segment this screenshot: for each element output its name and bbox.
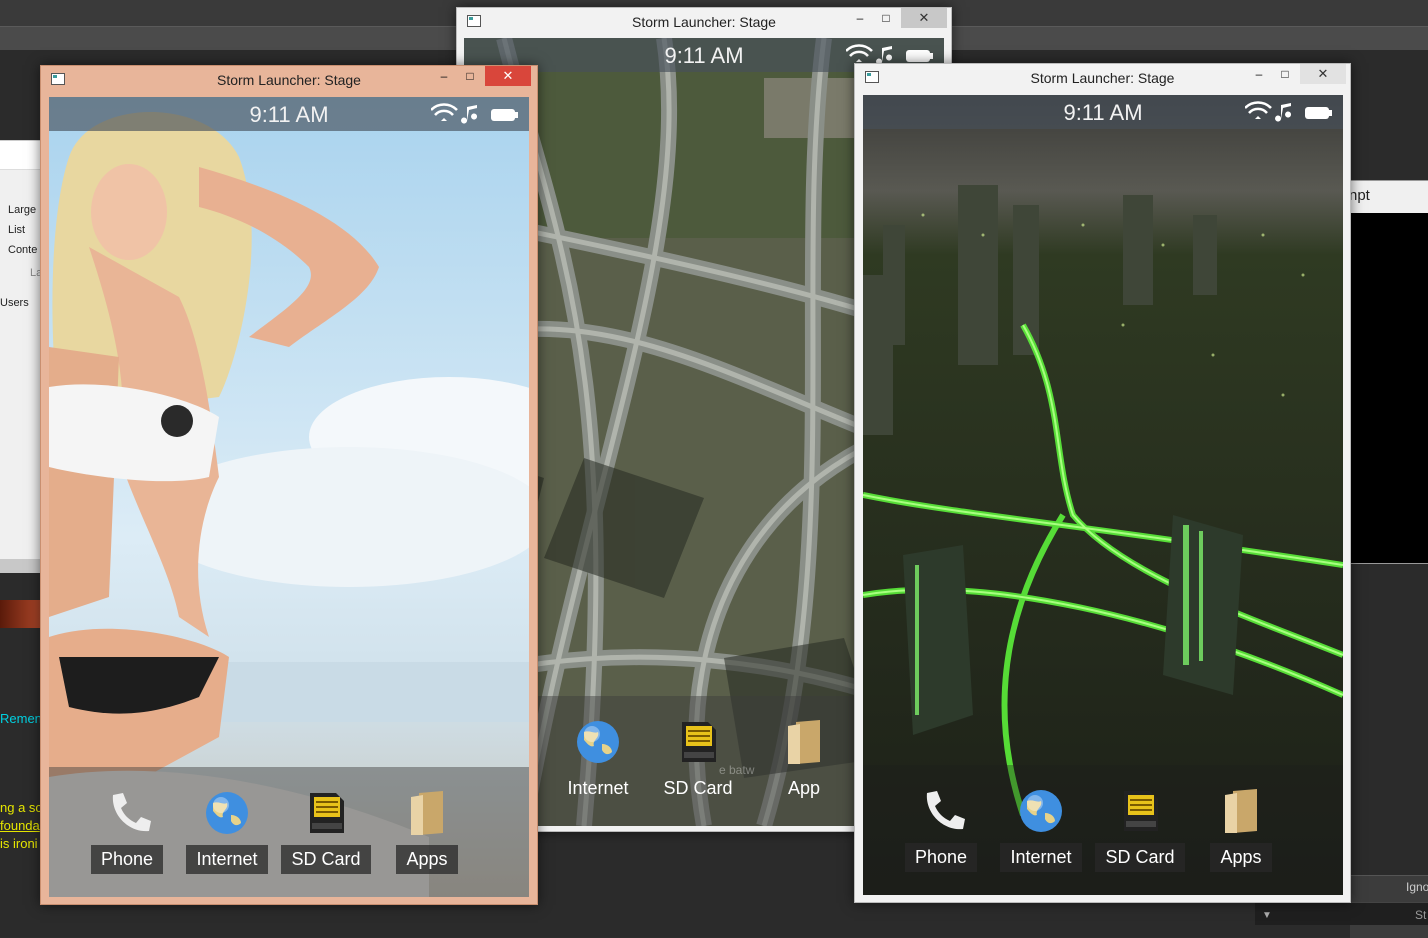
apps-folder-icon [788, 720, 820, 764]
explorer-header [0, 141, 42, 170]
phone-screen[interactable]: 9:11 AM Phone Internet SD Card Apps [863, 95, 1343, 895]
prompt-title: npt [1349, 187, 1370, 204]
console-line: is ironi [0, 836, 38, 851]
dock-label: Apps [396, 845, 458, 874]
dock-label: Internet [1000, 843, 1082, 872]
title-bar[interactable]: Storm Launcher: Stage – □ ✕ [457, 8, 951, 36]
status-bar: 9:11 AM [49, 97, 529, 131]
close-button[interactable]: ✕ [1300, 64, 1346, 84]
dock-item-apps[interactable]: Apps [379, 789, 475, 889]
dock-label: Apps [1210, 843, 1272, 872]
status-icons [1245, 101, 1332, 122]
phone-screen[interactable]: 9:11 AM Phone Internet SD Card Apps [49, 97, 529, 897]
console-line: Remen [0, 711, 42, 726]
dock-item-apps[interactable]: App [756, 718, 852, 818]
minimize-button[interactable]: – [847, 8, 873, 28]
view-option-list[interactable]: List [8, 224, 25, 236]
dock-item-sd-card[interactable]: SD Card [1092, 787, 1188, 887]
dock-label: App [787, 778, 821, 798]
chevron-down-icon[interactable]: ▼ [1262, 910, 1272, 921]
wifi-icon [431, 103, 458, 121]
dock-item-phone[interactable]: Phone [893, 787, 989, 887]
console-line: ng a sc [0, 800, 42, 815]
close-button[interactable]: ✕ [901, 8, 947, 28]
dock-item-phone[interactable]: Phone [79, 789, 175, 889]
dock-label: Internet [186, 845, 268, 874]
sd-card-icon [682, 722, 716, 762]
dock-label: Phone [904, 843, 978, 872]
dock-label: Internet [567, 778, 629, 798]
explorer-divider [0, 559, 42, 573]
maximize-button[interactable]: □ [1272, 64, 1298, 84]
dock-item-internet[interactable]: Internet [179, 789, 275, 889]
battery-icon [906, 50, 933, 62]
title-bar[interactable]: Storm Launcher: Stage – □ ✕ [41, 66, 537, 94]
maximize-button[interactable]: □ [873, 8, 899, 28]
status-bar: 9:11 AM [863, 95, 1343, 129]
dock-label: SD Card [663, 778, 733, 798]
globe-icon [206, 792, 248, 834]
minimize-button[interactable]: – [1246, 64, 1272, 84]
dock-item-apps[interactable]: Apps [1193, 787, 1289, 887]
prompt-console[interactable] [1349, 213, 1428, 563]
breadcrumb-users[interactable]: Users [0, 297, 29, 309]
app-dock: Phone Internet SD Card Apps [863, 765, 1343, 895]
maximize-button[interactable]: □ [457, 66, 483, 86]
title-bar[interactable]: Storm Launcher: Stage – □ ✕ [855, 64, 1350, 92]
status-label: St [1415, 908, 1427, 922]
bottom-input[interactable] [1255, 902, 1428, 925]
wifi-icon [1245, 101, 1272, 119]
dock-item-sd-card[interactable]: SD Card [278, 789, 374, 889]
phone-icon [926, 791, 965, 830]
phone-icon [112, 793, 151, 832]
launcher-window-city[interactable]: Storm Launcher: Stage – □ ✕ 9:11 AM Phon… [854, 63, 1351, 903]
app-dock: Phone Internet SD Card Apps [49, 767, 529, 897]
dock-item-internet[interactable]: Internet [993, 787, 1089, 887]
sd-card-icon [1124, 791, 1158, 831]
music-icon [876, 46, 892, 65]
minimize-button[interactable]: – [431, 66, 457, 86]
view-option-content[interactable]: Conte [8, 244, 37, 256]
console-link[interactable]: founda [0, 818, 40, 833]
dock-label: Phone [90, 845, 164, 874]
globe-icon [577, 721, 619, 763]
close-button[interactable]: ✕ [485, 66, 531, 86]
command-prompt-window[interactable]: npt [1340, 180, 1428, 564]
battery-icon [1305, 107, 1332, 119]
globe-icon [1020, 790, 1062, 832]
music-icon [1275, 103, 1291, 122]
apps-folder-icon [411, 791, 443, 835]
apps-folder-icon [1225, 789, 1257, 833]
music-icon [461, 105, 477, 124]
ignore-label[interactable]: Igno [1406, 880, 1428, 894]
dock-label: SD Card [1095, 843, 1185, 872]
dock-item-internet[interactable]: Internet [550, 718, 646, 818]
launcher-window-beach[interactable]: Storm Launcher: Stage – □ ✕ 9:11 AM Phon… [40, 65, 538, 905]
dock-item-sd-card[interactable]: SD Card [650, 718, 746, 818]
status-icons [431, 103, 518, 124]
wifi-icon [846, 44, 873, 62]
battery-icon [491, 109, 518, 121]
file-explorer-panel: Large List Conte La Users [0, 140, 42, 573]
view-option-large[interactable]: Large [8, 204, 36, 216]
sd-card-icon [310, 793, 344, 833]
thumbnail-image [0, 600, 42, 628]
dock-label: SD Card [281, 845, 371, 874]
